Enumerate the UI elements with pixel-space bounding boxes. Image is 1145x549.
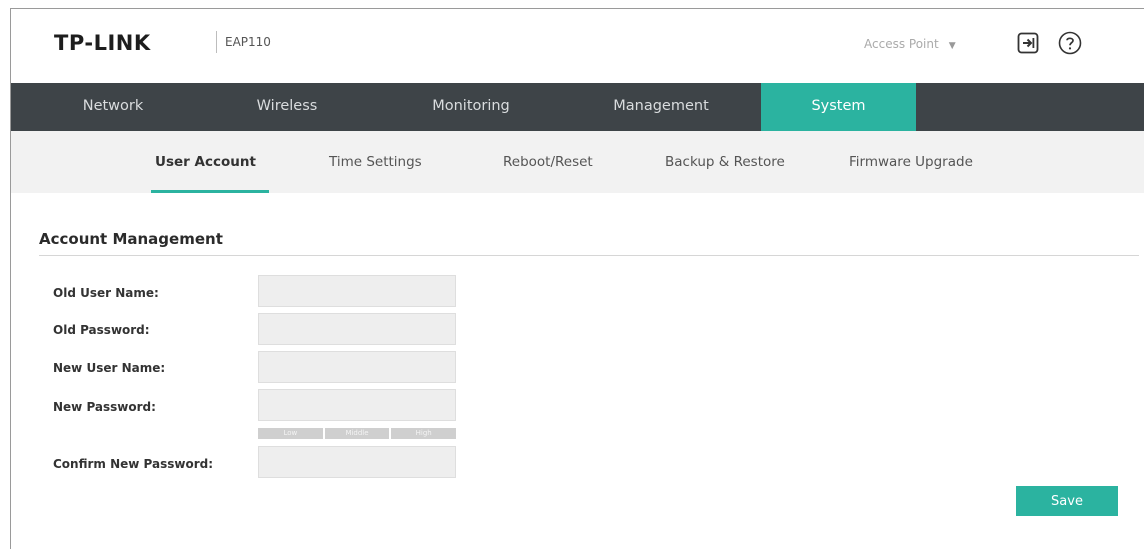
password-strength-meter: Low Middle High (258, 428, 457, 439)
app-window: TP-LINK EAP110 Access Point ▼ Network Wir… (10, 8, 1144, 549)
header: TP-LINK EAP110 Access Point ▼ (11, 9, 1144, 83)
new-user-name-label: New User Name: (53, 361, 166, 375)
subtab-time-settings[interactable]: Time Settings (329, 154, 422, 170)
logo-divider (216, 31, 217, 53)
help-icon[interactable] (1058, 31, 1082, 55)
brand-logo: TP-LINK (54, 31, 151, 55)
old-password-input[interactable] (258, 313, 456, 345)
tab-wireless[interactable]: Wireless (227, 83, 347, 131)
mode-select-value: Access Point (864, 37, 939, 51)
old-user-name-input[interactable] (258, 275, 456, 307)
mode-select[interactable]: Access Point ▼ (864, 37, 956, 51)
section-title: Account Management (39, 230, 223, 248)
subtab-reboot-reset[interactable]: Reboot/Reset (503, 154, 593, 170)
section-divider (39, 255, 1139, 256)
save-button[interactable]: Save (1016, 486, 1118, 516)
sub-nav: User Account Time Settings Reboot/Reset … (11, 131, 1144, 193)
logout-icon[interactable] (1017, 32, 1039, 54)
strength-low: Low (258, 428, 323, 439)
tab-system[interactable]: System (761, 83, 916, 131)
old-user-name-label: Old User Name: (53, 286, 159, 300)
strength-high: High (391, 428, 457, 439)
tab-monitoring[interactable]: Monitoring (401, 83, 541, 131)
confirm-password-label: Confirm New Password: (53, 457, 214, 471)
old-password-label: Old Password: (53, 323, 150, 337)
confirm-password-input[interactable] (258, 446, 456, 478)
chevron-down-icon: ▼ (948, 41, 956, 51)
tab-network[interactable]: Network (53, 83, 173, 131)
tab-management[interactable]: Management (581, 83, 741, 131)
new-password-input[interactable] (258, 389, 456, 421)
subtab-user-account[interactable]: User Account (155, 154, 256, 170)
subtab-backup-restore[interactable]: Backup & Restore (665, 154, 785, 170)
model-name: EAP110 (225, 35, 271, 49)
new-password-label: New Password: (53, 400, 156, 414)
strength-middle: Middle (324, 428, 390, 439)
active-tab-indicator (151, 190, 269, 193)
subtab-firmware-upgrade[interactable]: Firmware Upgrade (849, 154, 973, 170)
new-user-name-input[interactable] (258, 351, 456, 383)
main-nav: Network Wireless Monitoring Management S… (11, 83, 1144, 131)
